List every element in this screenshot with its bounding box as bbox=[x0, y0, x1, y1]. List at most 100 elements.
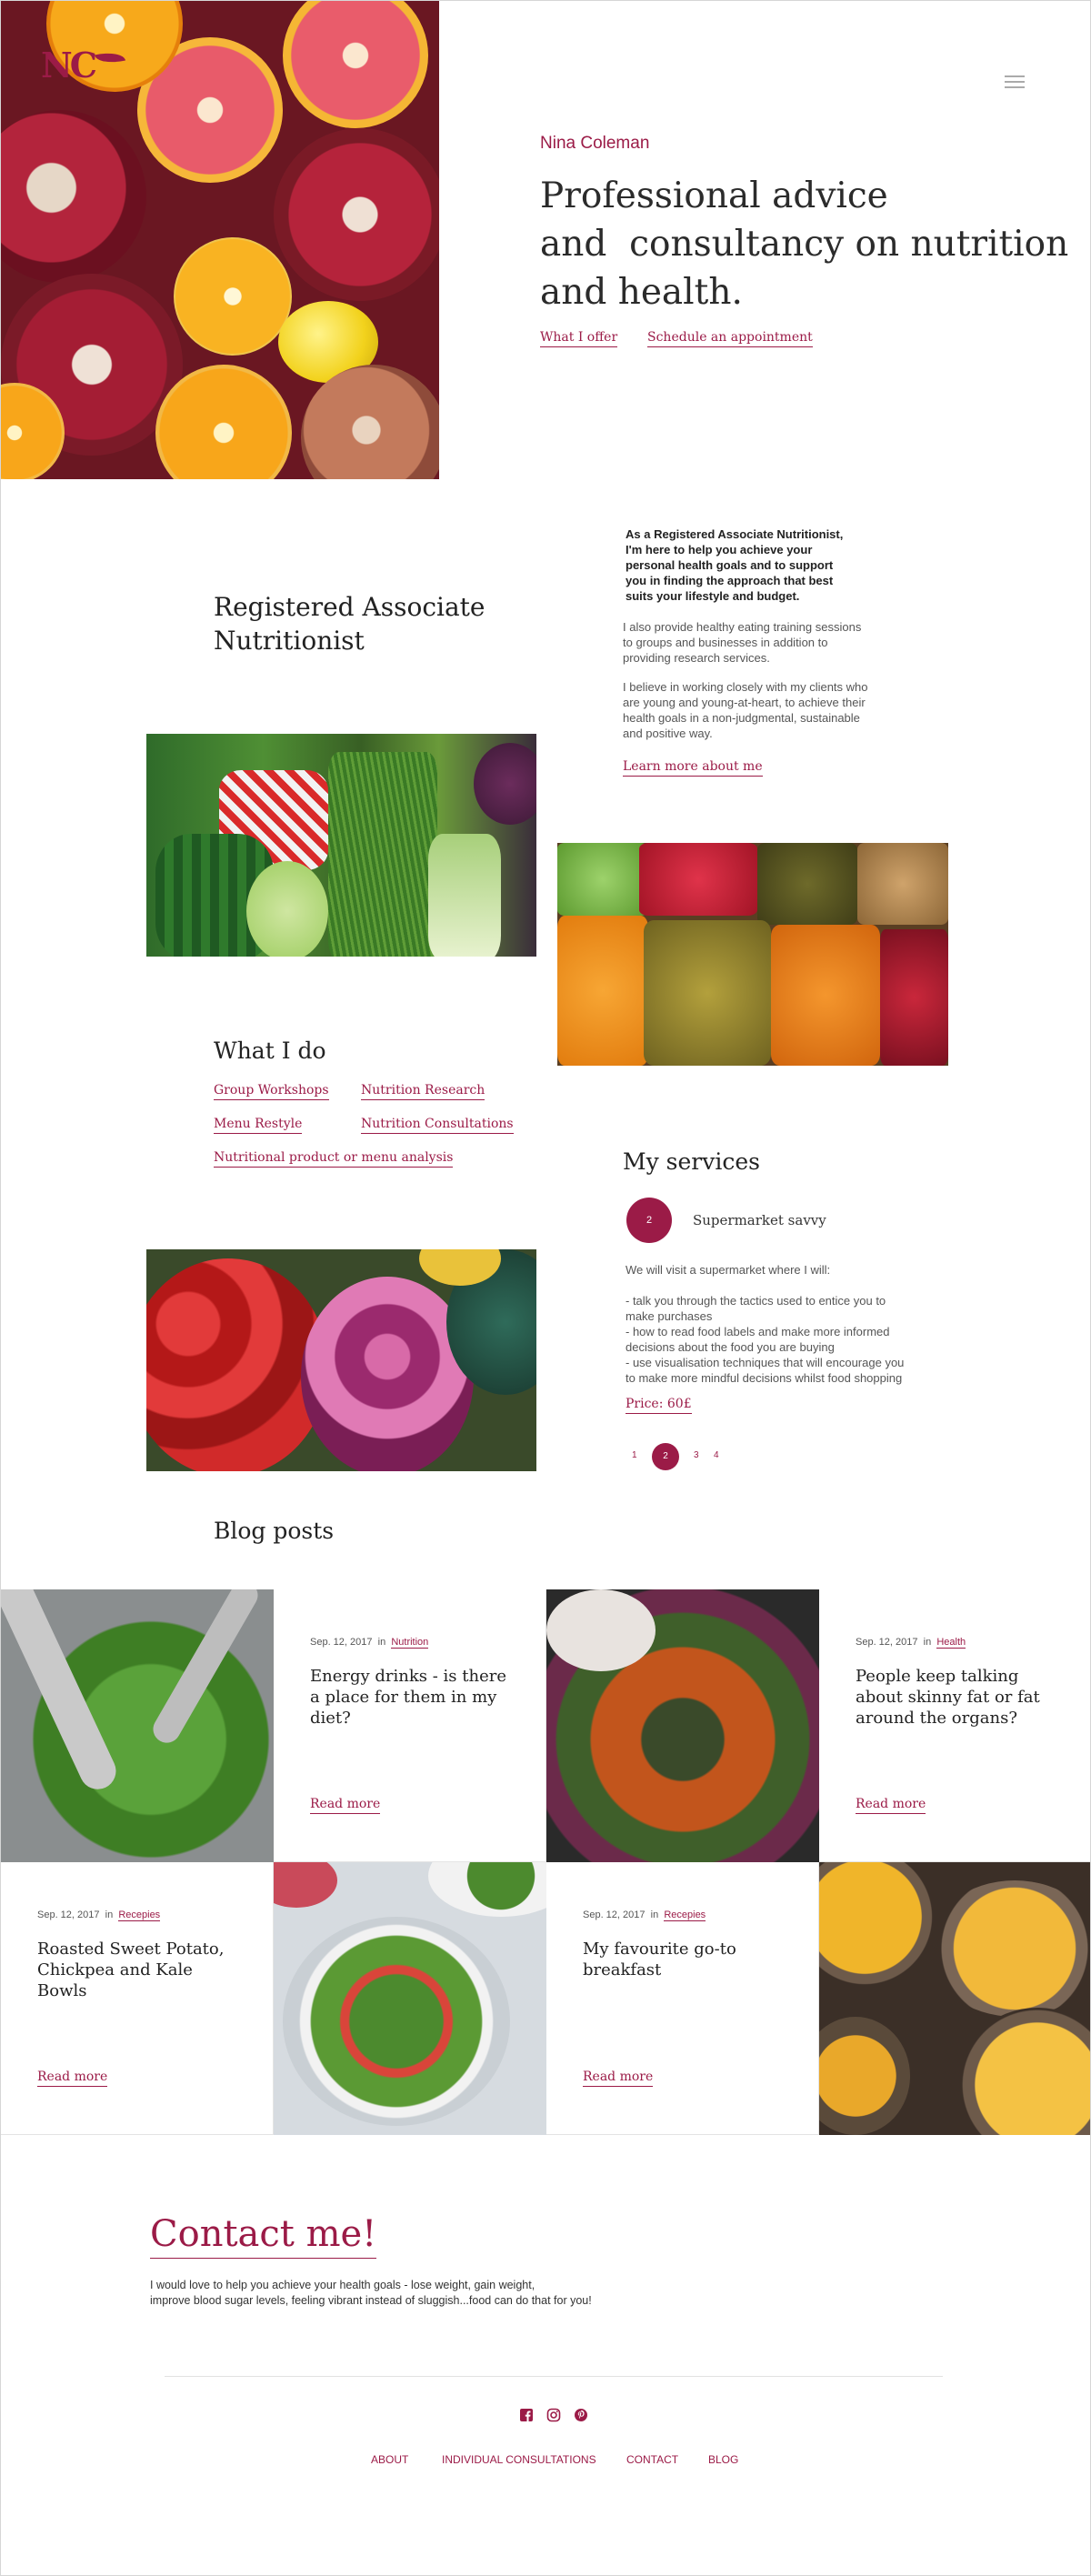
green-vegetables-image bbox=[146, 734, 536, 957]
blog-image-soup-bowls bbox=[819, 1862, 1090, 2135]
paragraph-line: providing research services. bbox=[623, 651, 770, 665]
page: NC Nina Coleman Professional advice and … bbox=[0, 0, 1091, 2576]
paragraph-line: I believe in working closely with my cli… bbox=[623, 680, 868, 694]
intro-line: suits your lifestyle and budget. bbox=[626, 589, 800, 603]
contact-title-text: Contact me! bbox=[150, 2213, 377, 2255]
read-more-link[interactable]: Read more bbox=[856, 1797, 926, 1814]
schedule-appointment-link[interactable]: Schedule an appointment bbox=[647, 330, 813, 347]
blog-card[interactable]: Sep. 12, 2017 in Health People keep talk… bbox=[819, 1589, 1090, 1862]
description-line: decisions about the food you are buying bbox=[626, 1340, 835, 1354]
about-title-line: Nutritionist bbox=[214, 626, 365, 656]
blog-post-title[interactable]: Energy drinks - is there a place for the… bbox=[310, 1666, 519, 1729]
about-intro: As a Registered Associate Nutritionist, … bbox=[626, 526, 898, 604]
contact-line: improve blood sugar levels, feeling vibr… bbox=[150, 2294, 592, 2307]
page-1[interactable]: 1 bbox=[632, 1450, 637, 1460]
footer-link-about[interactable]: ABOUT bbox=[371, 2453, 408, 2466]
paragraph-line: health goals in a non-judgmental, sustai… bbox=[623, 711, 860, 725]
page-3[interactable]: 3 bbox=[694, 1450, 699, 1460]
services-title: My services bbox=[623, 1148, 760, 1175]
blog-in: in bbox=[105, 1909, 114, 1920]
service-price: Price: 60£ bbox=[626, 1397, 692, 1414]
blog-image-carrot-salad bbox=[546, 1589, 819, 1862]
nutrition-consultations-link[interactable]: Nutrition Consultations bbox=[361, 1117, 514, 1134]
read-more-link[interactable]: Read more bbox=[583, 2070, 654, 2087]
headline-line: and consultancy on nutrition bbox=[540, 224, 1069, 265]
group-workshops-link[interactable]: Group Workshops bbox=[214, 1083, 329, 1100]
contact-text: I would love to help you achieve your he… bbox=[150, 2278, 714, 2309]
blog-date: Sep. 12, 2017 bbox=[856, 1637, 918, 1648]
service-number-badge: 2 bbox=[626, 1198, 672, 1243]
page-2-active[interactable]: 2 bbox=[652, 1443, 679, 1470]
blog-date: Sep. 12, 2017 bbox=[37, 1909, 100, 1920]
about-title: Registered Associate Nutritionist bbox=[214, 590, 485, 657]
blog-in: in bbox=[377, 1637, 386, 1648]
blog-date: Sep. 12, 2017 bbox=[583, 1909, 646, 1920]
page-2-label: 2 bbox=[663, 1451, 668, 1461]
description-line: - use visualisation techniques that will… bbox=[626, 1356, 905, 1369]
service-name: Supermarket savvy bbox=[693, 1212, 826, 1228]
contact-title: Contact me! bbox=[150, 2212, 377, 2259]
blog-meta: Sep. 12, 2017 in Nutrition bbox=[310, 1637, 429, 1649]
intro-line: you in finding the approach that best bbox=[626, 574, 834, 587]
headline-line: and health. bbox=[540, 272, 743, 313]
paragraph-line: and positive way. bbox=[623, 727, 713, 740]
paragraph-line: are young and young-at-heart, to achieve… bbox=[623, 696, 866, 709]
instagram-icon[interactable] bbox=[546, 2408, 561, 2422]
intro-line: As a Registered Associate Nutritionist, bbox=[626, 527, 844, 541]
description-line: to make more mindful decisions whilst fo… bbox=[626, 1371, 903, 1385]
blog-post-title[interactable]: My favourite go-to breakfast bbox=[583, 1939, 792, 1980]
radishes-tomatoes-image bbox=[146, 1249, 536, 1471]
footer-divider bbox=[165, 2376, 943, 2377]
blog-in: in bbox=[650, 1909, 659, 1920]
blog-in: in bbox=[923, 1637, 932, 1648]
intro-line: personal health goals and to support bbox=[626, 558, 834, 572]
blog-post-title[interactable]: Roasted Sweet Potato, Chickpea and Kale … bbox=[37, 1939, 246, 2001]
blog-card[interactable]: Sep. 12, 2017 in Recepies My favourite g… bbox=[546, 1862, 819, 2135]
page-4[interactable]: 4 bbox=[714, 1450, 719, 1460]
blog-meta: Sep. 12, 2017 in Health bbox=[856, 1637, 966, 1649]
blog-meta: Sep. 12, 2017 in Recepies bbox=[583, 1909, 706, 1921]
footer-link-consultations[interactable]: INDIVIDUAL CONSULTATIONS bbox=[442, 2453, 596, 2466]
learn-more-link[interactable]: Learn more about me bbox=[623, 759, 763, 777]
facebook-icon[interactable] bbox=[519, 2408, 534, 2422]
blog-meta: Sep. 12, 2017 in Recepies bbox=[37, 1909, 161, 1921]
read-more-link[interactable]: Read more bbox=[37, 2070, 108, 2087]
contact-line: I would love to help you achieve your he… bbox=[150, 2279, 535, 2291]
read-more-link[interactable]: Read more bbox=[310, 1797, 381, 1814]
blog-post-title[interactable]: People keep talking about skinny fat or … bbox=[856, 1666, 1065, 1729]
footer-link-contact[interactable]: CONTACT bbox=[626, 2453, 678, 2466]
pinterest-icon[interactable] bbox=[574, 2408, 588, 2422]
about-paragraph-2: I believe in working closely with my cli… bbox=[623, 679, 905, 741]
blog-image-greens bbox=[1, 1589, 274, 1862]
description-line: make purchases bbox=[626, 1309, 713, 1323]
paragraph-line: I also provide healthy eating training s… bbox=[623, 620, 862, 634]
nutritional-analysis-link[interactable]: Nutritional product or menu analysis bbox=[214, 1150, 454, 1168]
blog-tag[interactable]: Recepies bbox=[664, 1909, 706, 1921]
footer-link-blog[interactable]: BLOG bbox=[708, 2453, 738, 2466]
intro-line: I'm here to help you achieve your bbox=[626, 543, 813, 556]
hero-headline: Professional advice and consultancy on n… bbox=[540, 172, 1086, 316]
blog-title: Blog posts bbox=[214, 1518, 335, 1544]
headline-line: Professional advice bbox=[540, 175, 888, 216]
blog-tag[interactable]: Nutrition bbox=[391, 1637, 429, 1649]
blog-tag[interactable]: Health bbox=[936, 1637, 966, 1649]
blog-image-salad-bowl bbox=[274, 1862, 546, 2135]
what-i-offer-link[interactable]: What I offer bbox=[540, 330, 618, 347]
logo-text: NC bbox=[41, 45, 97, 85]
blog-card[interactable]: Sep. 12, 2017 in Recepies Roasted Sweet … bbox=[1, 1862, 274, 2135]
description-line: - how to read food labels and make more … bbox=[626, 1325, 890, 1338]
menu-restyle-link[interactable]: Menu Restyle bbox=[214, 1117, 303, 1134]
hamburger-menu-icon[interactable] bbox=[1005, 75, 1025, 88]
blog-tag[interactable]: Recepies bbox=[118, 1909, 161, 1921]
nutrition-research-link[interactable]: Nutrition Research bbox=[361, 1083, 485, 1100]
description-line bbox=[626, 1278, 926, 1293]
hero-name: Nina Coleman bbox=[540, 134, 650, 153]
what-i-do-title: What I do bbox=[214, 1037, 326, 1064]
blog-card[interactable]: Sep. 12, 2017 in Nutrition Energy drinks… bbox=[274, 1589, 546, 1862]
leaf-icon bbox=[94, 48, 126, 67]
site-logo[interactable]: NC bbox=[41, 45, 132, 85]
blog-date: Sep. 12, 2017 bbox=[310, 1637, 373, 1648]
description-line: We will visit a supermarket where I will… bbox=[626, 1263, 831, 1277]
service-description: We will visit a supermarket where I will… bbox=[626, 1262, 926, 1386]
about-title-line: Registered Associate bbox=[214, 592, 485, 622]
